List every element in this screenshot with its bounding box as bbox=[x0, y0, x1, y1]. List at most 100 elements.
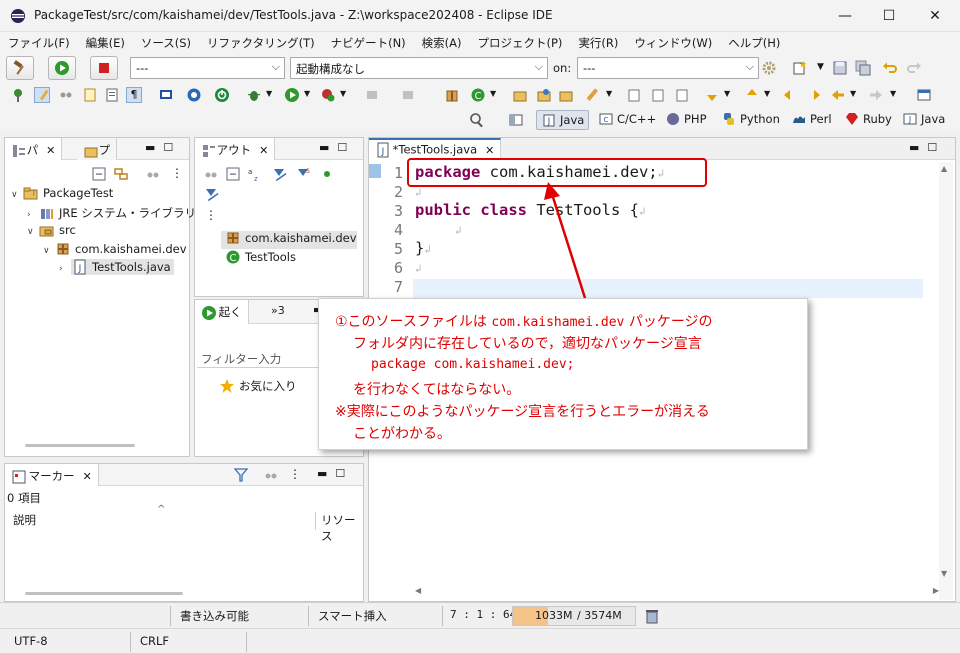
outline-item-package[interactable]: com.kaishamei.dev bbox=[221, 231, 357, 249]
view-min-max-icon[interactable]: ▬☐ bbox=[317, 467, 353, 480]
link-editor-icon[interactable] bbox=[113, 166, 129, 182]
dropdown-arrow-icon[interactable]: ▼ bbox=[817, 62, 824, 72]
dropdown-arrow-icon[interactable]: ▼ bbox=[304, 89, 310, 98]
close-window-button[interactable]: ✕ bbox=[912, 0, 958, 32]
view-min-max-icon[interactable]: ▬☐ bbox=[319, 141, 355, 154]
heap-status[interactable]: 1033M / 3574M bbox=[512, 606, 636, 626]
build-button[interactable] bbox=[6, 56, 34, 80]
bookmark-icon[interactable] bbox=[82, 87, 98, 103]
new-icon[interactable] bbox=[792, 60, 808, 76]
hide-nonpublic-icon[interactable] bbox=[319, 166, 335, 182]
view-menu-icon[interactable]: ⋮ bbox=[171, 166, 183, 180]
menu-project[interactable]: プロジェクト(P) bbox=[470, 32, 571, 54]
close-icon[interactable]: ✕ bbox=[259, 144, 268, 157]
perspective-python[interactable]: Python bbox=[717, 110, 784, 130]
run-icon[interactable] bbox=[284, 87, 300, 103]
dropdown-arrow-icon[interactable]: ▼ bbox=[724, 89, 730, 98]
scroll-left-icon[interactable]: ◀ bbox=[415, 586, 421, 595]
trash-icon[interactable] bbox=[644, 608, 660, 624]
power-icon[interactable] bbox=[214, 87, 230, 103]
hide-fields-icon[interactable] bbox=[271, 166, 287, 182]
tree-item-jre[interactable]: › JRE システム・ライブラリー [ bbox=[27, 205, 216, 223]
highlight-icon[interactable] bbox=[34, 87, 50, 103]
expand-icon[interactable]: ∨ bbox=[11, 190, 23, 200]
dropdown-arrow-icon[interactable]: ▼ bbox=[266, 89, 272, 98]
save-all-icon[interactable] bbox=[855, 60, 871, 76]
expand-icon[interactable]: › bbox=[59, 264, 71, 274]
tab-markers[interactable]: マーカー ✕ bbox=[5, 464, 99, 486]
sort-icon[interactable]: az bbox=[247, 166, 263, 182]
occurrences-icon[interactable] bbox=[58, 87, 74, 103]
collapse-all-icon[interactable] bbox=[225, 166, 241, 182]
next-annotation-icon[interactable] bbox=[626, 87, 642, 103]
dropdown-arrow-icon[interactable]: ▼ bbox=[764, 89, 770, 98]
vertical-scrollbar[interactable]: ▲ ▼ bbox=[939, 162, 953, 600]
outline-item-class[interactable]: C TestTools bbox=[225, 250, 296, 268]
status-insert-mode[interactable]: スマート挿入 bbox=[318, 608, 387, 624]
focus-icon[interactable] bbox=[263, 467, 279, 483]
view-menu-icon[interactable]: ⋮ bbox=[289, 467, 301, 481]
tab-package-explorer[interactable]: パ ✕ bbox=[5, 138, 63, 160]
close-icon[interactable]: ✕ bbox=[46, 144, 55, 157]
open-task-icon[interactable] bbox=[536, 87, 552, 103]
hide-local-types-icon[interactable] bbox=[203, 186, 219, 202]
hide-static-icon[interactable]: S bbox=[295, 166, 311, 182]
perspective-java-browsing[interactable]: J Java bbox=[898, 110, 949, 130]
dropdown-arrow-icon[interactable]: ▼ bbox=[340, 89, 346, 98]
maximize-button[interactable]: ☐ bbox=[866, 0, 912, 32]
launch-button[interactable] bbox=[48, 56, 76, 80]
launch-config-select[interactable]: 起動構成なし ⌵ bbox=[290, 57, 548, 79]
tree-item-project[interactable]: ∨ J PackageTest bbox=[11, 186, 113, 204]
coverage-icon[interactable] bbox=[320, 87, 336, 103]
scroll-up-icon[interactable]: ▲ bbox=[941, 164, 947, 173]
scroll-down-icon[interactable]: ▼ bbox=[941, 569, 947, 578]
forward-nav-icon[interactable] bbox=[868, 87, 884, 103]
prev-annotation-icon[interactable] bbox=[650, 87, 666, 103]
menu-file[interactable]: ファイル(F) bbox=[0, 32, 78, 54]
redo-icon[interactable] bbox=[906, 60, 922, 76]
tree-item-package[interactable]: ∨ com.kaishamei.dev bbox=[43, 242, 187, 260]
minimize-button[interactable]: — bbox=[822, 0, 868, 32]
launch-mode-select[interactable]: --- ⌵ bbox=[130, 57, 285, 79]
menu-refactor[interactable]: リファクタリング(T) bbox=[199, 32, 323, 54]
perspective-cpp[interactable]: C C/C++ bbox=[594, 110, 660, 130]
tab-outline[interactable]: アウト ✕ bbox=[195, 138, 276, 160]
expand-icon[interactable]: ∨ bbox=[43, 246, 55, 256]
debug-icon[interactable] bbox=[246, 87, 262, 103]
perspective-perl[interactable]: Perl bbox=[787, 110, 836, 130]
tree-item-java-file[interactable]: › J TestTools.java bbox=[59, 259, 174, 278]
search-icon[interactable] bbox=[469, 112, 485, 128]
menu-navigate[interactable]: ナビゲート(N) bbox=[323, 32, 414, 54]
back-nav-icon[interactable] bbox=[830, 87, 846, 103]
perspective-ruby[interactable]: Ruby bbox=[840, 110, 896, 130]
horizontal-scrollbar[interactable]: ◀ ▶ bbox=[413, 585, 939, 599]
launch-target-select[interactable]: --- ⌵ bbox=[577, 57, 759, 79]
new-package-icon[interactable] bbox=[444, 87, 460, 103]
forward-edit-icon[interactable] bbox=[806, 87, 822, 103]
tab-launch[interactable]: 起く bbox=[195, 300, 249, 324]
pin-icon[interactable] bbox=[10, 87, 26, 103]
prev-up-icon[interactable] bbox=[744, 87, 760, 103]
task-icon[interactable] bbox=[104, 87, 120, 103]
scroll-right-icon[interactable]: ▶ bbox=[933, 586, 939, 595]
filter-icon[interactable] bbox=[145, 166, 161, 182]
tab-project-explorer[interactable]: プ bbox=[77, 138, 118, 160]
horizontal-scrollbar[interactable] bbox=[25, 444, 135, 447]
column-resource[interactable]: リソース bbox=[321, 512, 363, 544]
tree-item-src[interactable]: ∨ src bbox=[27, 223, 76, 241]
expand-icon[interactable]: › bbox=[27, 210, 39, 220]
dropdown-arrow-icon[interactable]: ▼ bbox=[890, 89, 896, 98]
open-folder-icon[interactable] bbox=[558, 87, 574, 103]
focus-icon[interactable] bbox=[203, 166, 219, 182]
next-down-icon[interactable] bbox=[704, 87, 720, 103]
open-perspective-icon[interactable] bbox=[916, 87, 932, 103]
collapse-all-icon[interactable] bbox=[91, 166, 107, 182]
console-icon[interactable] bbox=[158, 87, 174, 103]
favorites-item[interactable]: お気に入り bbox=[219, 378, 297, 396]
perspective-php[interactable]: PHP bbox=[661, 110, 711, 130]
status-line-delimiter[interactable]: CRLF bbox=[140, 634, 169, 648]
status-encoding[interactable]: UTF-8 bbox=[14, 634, 48, 648]
filter-icon[interactable] bbox=[233, 467, 249, 483]
menu-search[interactable]: 検索(A) bbox=[414, 32, 470, 54]
expand-icon[interactable]: ∨ bbox=[27, 227, 39, 237]
